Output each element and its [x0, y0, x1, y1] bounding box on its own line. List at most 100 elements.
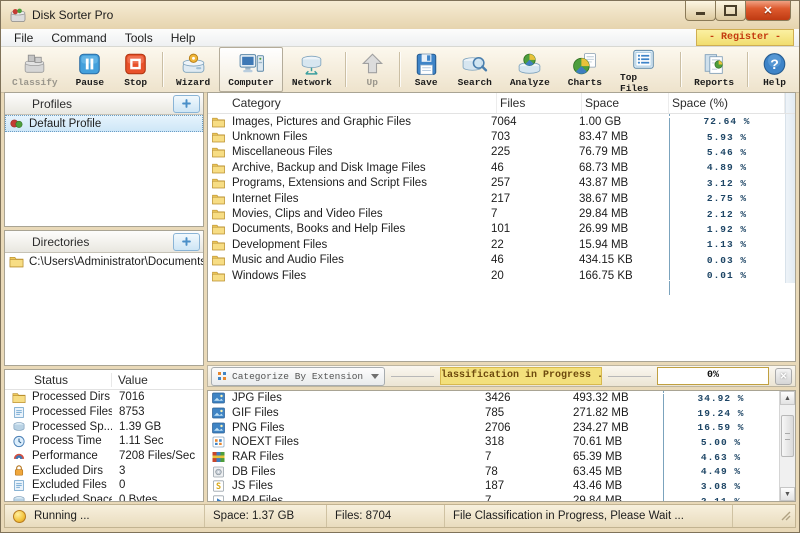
statusbar: Running ... Space: 1.37 GB Files: 8704 F…: [4, 504, 796, 528]
status-row-value: 7208 Files/Sec: [112, 450, 203, 462]
percent-bar-label: 5.46 %: [669, 146, 785, 159]
extension-name-cell: RAR Files: [208, 451, 482, 463]
directory-path: C:\Users\Administrator\Documents: [29, 256, 203, 268]
category-row[interactable]: Programs, Extensions and Script Files257…: [208, 176, 795, 191]
maximize-button[interactable]: [715, 1, 746, 21]
category-name-cell: Movies, Clips and Video Files: [208, 208, 488, 220]
extension-space: 63.45 MB: [570, 466, 660, 478]
category-row[interactable]: Internet Files21738.67 MB2.75 %: [208, 191, 795, 206]
space-column-header[interactable]: Space: [582, 93, 669, 113]
category-name-cell: Windows Files: [208, 270, 488, 282]
minimize-button[interactable]: [685, 1, 716, 21]
left-column: Profiles Default Profile Directories C:\…: [4, 92, 204, 502]
status-row: Processed Sp...1.39 GB: [5, 419, 203, 434]
extension-row[interactable]: JPG Files3426493.32 MB34.92 %: [208, 391, 779, 406]
category-row[interactable]: Images, Pictures and Graphic Files70641.…: [208, 114, 795, 129]
wizard-label: Wizard: [176, 77, 210, 88]
close-button[interactable]: ✕: [745, 1, 791, 21]
up-button[interactable]: Up: [350, 47, 395, 92]
category-files: 20: [488, 270, 576, 282]
category-label: Development Files: [232, 239, 327, 251]
vertical-scrollbar[interactable]: ▲ ▼: [779, 391, 795, 501]
scrollbar-track[interactable]: [780, 457, 795, 487]
category-column-header[interactable]: Category: [208, 93, 497, 113]
percent-bar-label: 1.13 %: [669, 238, 785, 251]
file-icon: [12, 406, 26, 419]
category-label: Images, Pictures and Graphic Files: [232, 116, 411, 128]
top-files-button[interactable]: Top Files: [611, 47, 676, 92]
percent-bar-label: 34.92 %: [663, 392, 779, 405]
add-profile-button[interactable]: [173, 95, 200, 113]
extension-files: 187: [482, 480, 570, 492]
category-space: 1.00 GB: [576, 116, 666, 128]
register-button[interactable]: - Register -: [696, 29, 794, 46]
category-files: 703: [488, 131, 576, 143]
folder-icon: [211, 162, 226, 174]
help-button[interactable]: ? Help: [752, 47, 797, 92]
menu-file[interactable]: File: [5, 31, 42, 45]
network-button[interactable]: Network: [283, 47, 341, 92]
category-row[interactable]: Music and Audio Files46434.15 KB0.03 %: [208, 253, 795, 268]
pause-button[interactable]: Pause: [67, 47, 114, 92]
menu-tools[interactable]: Tools: [116, 31, 162, 45]
resize-grip[interactable]: [780, 510, 792, 522]
menu-command[interactable]: Command: [42, 31, 115, 45]
chevron-down-icon: [371, 374, 379, 379]
category-row[interactable]: Documents, Books and Help Files10126.99 …: [208, 222, 795, 237]
analyze-button[interactable]: Analyze: [501, 47, 559, 92]
extension-panel: JPG Files3426493.32 MB34.92 %GIF Files78…: [207, 390, 796, 502]
scroll-down-button[interactable]: ▼: [780, 487, 795, 501]
category-row[interactable]: Windows Files20166.75 KB0.01 %: [208, 268, 795, 283]
extension-row[interactable]: SJS Files18743.46 MB3.08 %: [208, 479, 779, 494]
category-space: 166.75 KB: [576, 270, 666, 282]
save-label: Save: [415, 77, 438, 88]
category-space: 68.73 MB: [576, 162, 666, 174]
category-row[interactable]: Miscellaneous Files22576.79 MB5.46 %: [208, 145, 795, 160]
extension-label: RAR Files: [232, 451, 284, 463]
computer-button[interactable]: Computer: [219, 47, 283, 92]
folder-icon: [211, 239, 226, 251]
stop-button[interactable]: Stop: [113, 47, 158, 92]
status-column-header: Status: [5, 373, 112, 387]
scroll-up-button[interactable]: ▲: [780, 391, 795, 405]
wizard-button[interactable]: Wizard: [167, 47, 219, 92]
extension-row[interactable]: NOEXT Files31870.61 MB5.00 %: [208, 435, 779, 450]
add-directory-button[interactable]: [173, 233, 200, 251]
status-row-value: 0: [112, 479, 203, 491]
extension-row[interactable]: PNG Files2706234.27 MB16.59 %: [208, 420, 779, 435]
pause-label: Pause: [76, 77, 105, 88]
category-row[interactable]: Archive, Backup and Disk Image Files4668…: [208, 160, 795, 175]
scrollbar-track: [785, 114, 795, 129]
extension-row[interactable]: DB Files7863.45 MB4.49 %: [208, 464, 779, 479]
directory-row[interactable]: C:\Users\Administrator\Documents: [5, 253, 203, 270]
category-row[interactable]: Development Files2215.94 MB1.13 %: [208, 237, 795, 252]
extension-files: 318: [482, 436, 570, 448]
image-icon: [211, 422, 226, 434]
cancel-classification-button[interactable]: ✕: [775, 368, 792, 385]
categorize-dropdown[interactable]: Categorize By Extension: [211, 367, 385, 386]
scrollbar-thumb[interactable]: [781, 415, 794, 457]
disk-icon: [12, 494, 26, 501]
extension-row[interactable]: MP4 Files729.84 MB2.11 %: [208, 494, 779, 502]
statusbar-running-section: Running ...: [5, 505, 205, 527]
save-button[interactable]: Save: [404, 47, 449, 92]
category-files: 101: [488, 223, 576, 235]
files-column-header[interactable]: Files: [497, 93, 582, 113]
profile-row[interactable]: Default Profile: [5, 115, 203, 132]
category-row[interactable]: Movies, Clips and Video Files729.84 MB2.…: [208, 206, 795, 221]
category-row[interactable]: Unknown Files70383.47 MB5.93 %: [208, 129, 795, 144]
charts-button[interactable]: Charts: [559, 47, 611, 92]
status-row-value: 0 Bytes: [112, 494, 203, 501]
reports-button[interactable]: Reports: [685, 47, 743, 92]
menu-help[interactable]: Help: [162, 31, 205, 45]
classify-button[interactable]: Classify: [3, 47, 67, 92]
status-rows: Processed Dirs7016Processed Files8753Pro…: [5, 390, 203, 501]
extension-row[interactable]: RAR Files765.39 MB4.63 %: [208, 450, 779, 465]
space-percent-column-header[interactable]: Space (%): [669, 93, 785, 113]
top-files-icon: [630, 46, 657, 72]
scrollbar-track: [785, 268, 795, 283]
folder-icon: [211, 208, 226, 220]
scrollbar-track: [785, 145, 795, 160]
search-button[interactable]: Search: [449, 47, 501, 92]
extension-row[interactable]: GIF Files785271.82 MB19.24 %: [208, 406, 779, 421]
